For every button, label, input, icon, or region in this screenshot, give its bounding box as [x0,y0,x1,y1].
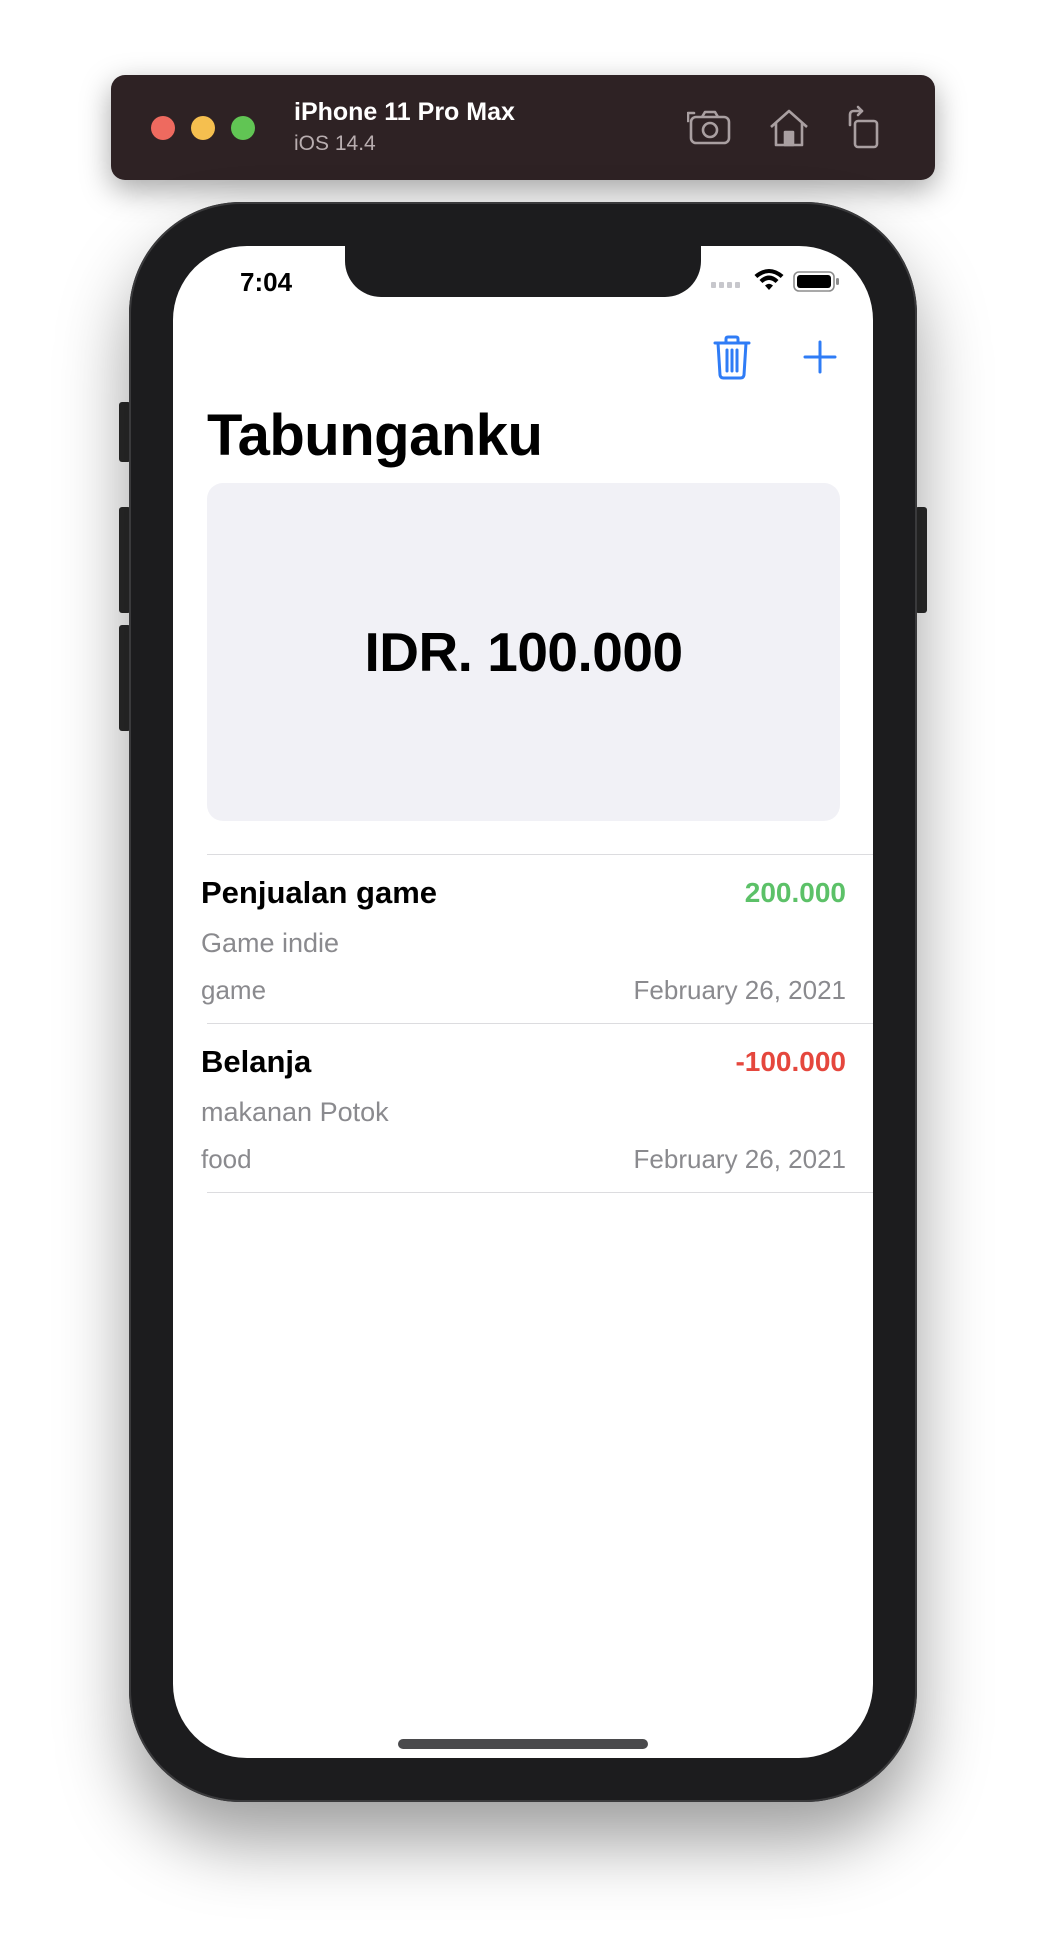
zoom-window-button[interactable] [231,116,255,140]
simulator-device-name: iPhone 11 Pro Max [294,98,515,126]
home-indicator[interactable] [398,1739,648,1749]
transaction-date: February 26, 2021 [633,975,846,1005]
status-icons [711,268,851,298]
notch [345,246,701,297]
simulator-title-bar: iPhone 11 Pro Max iOS 14.4 [111,75,935,180]
cellular-icon [711,282,740,288]
simulator-os-version: iOS 14.4 [294,132,376,155]
transaction-list: Penjualan game 200.000 Game indie game F… [173,854,873,1193]
divider [207,1192,873,1193]
rotate-icon[interactable] [842,105,888,151]
status-time: 7:04 [240,267,293,297]
transaction-row[interactable]: Penjualan game 200.000 Game indie game F… [173,855,873,1023]
app-screen: 7:04 Tabunganku IDR. 100.000 Penjualan g… [173,246,873,1758]
balance-card: IDR. 100.000 [207,483,840,821]
trash-icon [713,335,751,380]
wifi-icon [754,269,784,290]
transaction-title: Penjualan game [201,875,438,910]
transaction-description: makanan Potok [201,1097,389,1127]
minimize-window-button[interactable] [191,116,215,140]
add-button[interactable] [795,332,845,382]
transaction-amount: -100.000 [735,1046,846,1077]
battery-icon [793,271,839,292]
page-title: Tabunganku [207,403,543,468]
transaction-category: food [201,1144,252,1174]
transaction-row[interactable]: Belanja -100.000 makanan Potok food Febr… [173,1024,873,1192]
balance-amount: IDR. 100.000 [364,621,683,683]
transaction-title: Belanja [201,1044,312,1079]
close-window-button[interactable] [151,116,175,140]
plus-icon [803,340,837,374]
transaction-description: Game indie [201,928,340,958]
transaction-amount: 200.000 [744,877,846,908]
screenshot-icon[interactable] [686,105,733,151]
home-icon[interactable] [766,105,812,151]
transaction-category: game [201,975,267,1005]
transaction-date: February 26, 2021 [633,1144,846,1174]
delete-button[interactable] [707,332,757,382]
